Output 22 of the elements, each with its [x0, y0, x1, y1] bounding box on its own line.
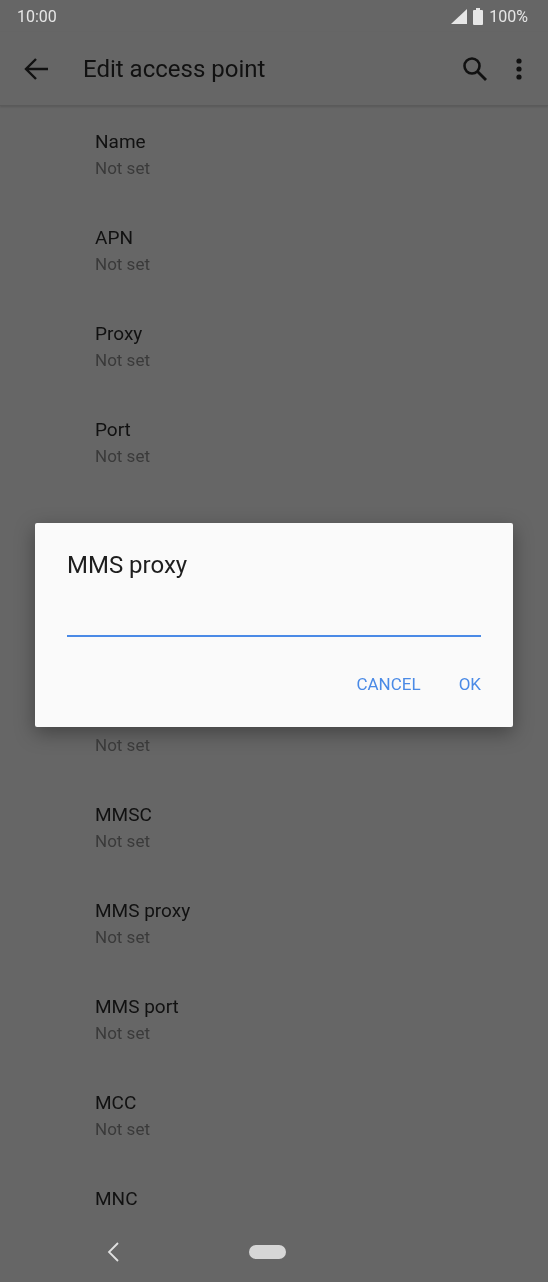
- toolbar-title: Edit access point: [83, 54, 267, 83]
- ok-button[interactable]: OK: [448, 666, 491, 702]
- search-icon[interactable]: [461, 54, 489, 83]
- back-icon[interactable]: [106, 1242, 120, 1262]
- setting-title[interactable]: MCC: [95, 1089, 137, 1116]
- home-button[interactable]: [249, 1245, 286, 1259]
- signal-icon: [451, 8, 468, 24]
- more-options-icon[interactable]: [515, 56, 523, 81]
- setting-title[interactable]: MMSC: [95, 801, 152, 828]
- dialog-title: MMS proxy: [67, 550, 188, 581]
- cancel-button[interactable]: CANCEL: [346, 666, 431, 702]
- clock: 10:00: [17, 6, 57, 26]
- setting-title[interactable]: APN: [95, 224, 133, 251]
- setting-title[interactable]: Name: [95, 128, 146, 155]
- battery-icon: [473, 7, 484, 25]
- setting-title[interactable]: Proxy: [95, 320, 143, 347]
- setting-title[interactable]: MMS proxy: [95, 897, 191, 924]
- battery-percent: 100%: [489, 6, 528, 26]
- setting-title[interactable]: MMS port: [95, 993, 179, 1020]
- setting-title[interactable]: Port: [95, 416, 131, 443]
- setting-title[interactable]: MNC: [95, 1185, 138, 1212]
- back-arrow-icon[interactable]: [24, 55, 50, 82]
